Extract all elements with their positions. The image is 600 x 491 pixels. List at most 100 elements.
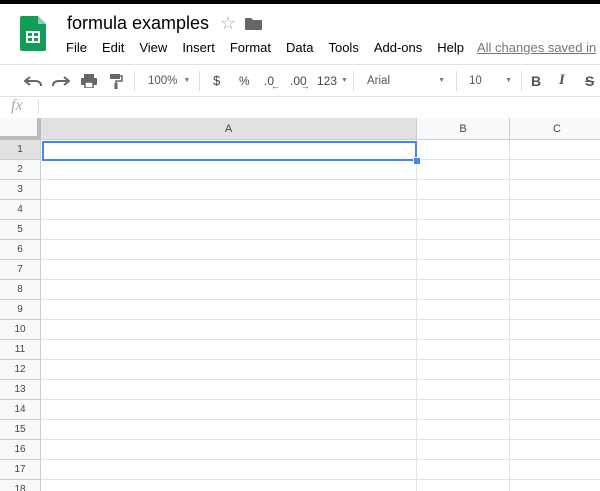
cell-c16[interactable] — [510, 440, 600, 460]
row-header-13[interactable]: 13 — [0, 380, 41, 400]
menu-view[interactable]: View — [139, 40, 167, 58]
cell-c15[interactable] — [510, 420, 600, 440]
cell-a17[interactable] — [41, 460, 417, 480]
column-header-b[interactable]: B — [417, 118, 510, 140]
row-header-17[interactable]: 17 — [0, 460, 41, 480]
cell-a13[interactable] — [41, 380, 417, 400]
document-title[interactable]: formula examples — [67, 13, 209, 34]
menu-data[interactable]: Data — [286, 40, 313, 58]
cell-a15[interactable] — [41, 420, 417, 440]
row-header-1[interactable]: 1 — [0, 140, 41, 160]
cell-a4[interactable] — [41, 200, 417, 220]
cell-a7[interactable] — [41, 260, 417, 280]
row-header-14[interactable]: 14 — [0, 400, 41, 420]
cell-a11[interactable] — [41, 340, 417, 360]
row-header-12[interactable]: 12 — [0, 360, 41, 380]
cell-c5[interactable] — [510, 220, 600, 240]
spreadsheet-grid[interactable]: A B C 1 2 3 4 5 6 7 8 9 10 11 12 13 14 15 16 17 18 — [0, 118, 600, 491]
row-header-6[interactable]: 6 — [0, 240, 41, 260]
undo-button[interactable] — [24, 65, 42, 96]
row-header-4[interactable]: 4 — [0, 200, 41, 220]
currency-format-button[interactable]: $ — [213, 65, 220, 96]
strikethrough-button[interactable]: S — [585, 65, 594, 96]
cell-a5[interactable] — [41, 220, 417, 240]
cell-a9[interactable] — [41, 300, 417, 320]
cell-c13[interactable] — [510, 380, 600, 400]
cell-a14[interactable] — [41, 400, 417, 420]
cell-c14[interactable] — [510, 400, 600, 420]
more-formats-select[interactable]: 123 ▼ — [317, 65, 348, 96]
cell-c10[interactable] — [510, 320, 600, 340]
print-button[interactable] — [81, 65, 97, 96]
cell-c7[interactable] — [510, 260, 600, 280]
decrease-decimal-button[interactable]: .0 ← — [264, 65, 283, 96]
cell-a18[interactable] — [41, 480, 417, 491]
row-header-18[interactable]: 18 — [0, 480, 41, 491]
cell-b16[interactable] — [417, 440, 510, 460]
cell-c3[interactable] — [510, 180, 600, 200]
cell-b15[interactable] — [417, 420, 510, 440]
cell-a3[interactable] — [41, 180, 417, 200]
cell-c18[interactable] — [510, 480, 600, 491]
folder-icon[interactable] — [245, 18, 262, 30]
row-header-3[interactable]: 3 — [0, 180, 41, 200]
menu-edit[interactable]: Edit — [102, 40, 124, 58]
cell-b14[interactable] — [417, 400, 510, 420]
menu-addons[interactable]: Add-ons — [374, 40, 422, 58]
percent-format-button[interactable]: % — [239, 65, 250, 96]
save-status-link[interactable]: All changes saved in — [477, 40, 596, 58]
row-header-10[interactable]: 10 — [0, 320, 41, 340]
menu-help[interactable]: Help — [437, 40, 464, 58]
cell-a2[interactable] — [41, 160, 417, 180]
paint-format-button[interactable] — [109, 65, 123, 96]
cell-b12[interactable] — [417, 360, 510, 380]
fill-handle[interactable] — [413, 157, 421, 165]
row-header-7[interactable]: 7 — [0, 260, 41, 280]
formula-input[interactable] — [44, 96, 594, 118]
cell-b3[interactable] — [417, 180, 510, 200]
italic-button[interactable]: I — [559, 65, 565, 96]
row-header-9[interactable]: 9 — [0, 300, 41, 320]
cell-b18[interactable] — [417, 480, 510, 491]
select-all-corner[interactable] — [0, 118, 41, 140]
cell-a6[interactable] — [41, 240, 417, 260]
menu-format[interactable]: Format — [230, 40, 271, 58]
cell-b13[interactable] — [417, 380, 510, 400]
cell-b6[interactable] — [417, 240, 510, 260]
cell-b17[interactable] — [417, 460, 510, 480]
cell-c2[interactable] — [510, 160, 600, 180]
row-header-5[interactable]: 5 — [0, 220, 41, 240]
cell-b10[interactable] — [417, 320, 510, 340]
menu-insert[interactable]: Insert — [182, 40, 215, 58]
cell-b4[interactable] — [417, 200, 510, 220]
star-icon[interactable]: ☆ — [220, 13, 236, 34]
cell-b9[interactable] — [417, 300, 510, 320]
cell-a8[interactable] — [41, 280, 417, 300]
font-select[interactable]: Arial ▼ — [367, 65, 445, 96]
bold-button[interactable]: B — [531, 65, 541, 96]
cell-b1[interactable] — [417, 140, 510, 160]
row-header-11[interactable]: 11 — [0, 340, 41, 360]
cell-b11[interactable] — [417, 340, 510, 360]
cell-b8[interactable] — [417, 280, 510, 300]
menu-file[interactable]: File — [66, 40, 87, 58]
cell-c6[interactable] — [510, 240, 600, 260]
sheets-logo-icon[interactable] — [20, 16, 46, 51]
menu-tools[interactable]: Tools — [328, 40, 358, 58]
row-header-8[interactable]: 8 — [0, 280, 41, 300]
cell-c9[interactable] — [510, 300, 600, 320]
cell-c11[interactable] — [510, 340, 600, 360]
zoom-select[interactable]: 100% ▼ — [148, 65, 190, 96]
increase-decimal-button[interactable]: .00 → — [290, 65, 316, 96]
cell-c17[interactable] — [510, 460, 600, 480]
column-header-c[interactable]: C — [510, 118, 600, 140]
cell-c4[interactable] — [510, 200, 600, 220]
row-header-15[interactable]: 15 — [0, 420, 41, 440]
cell-c8[interactable] — [510, 280, 600, 300]
cell-c12[interactable] — [510, 360, 600, 380]
row-header-2[interactable]: 2 — [0, 160, 41, 180]
redo-button[interactable] — [52, 65, 70, 96]
cell-a10[interactable] — [41, 320, 417, 340]
cell-a12[interactable] — [41, 360, 417, 380]
row-header-16[interactable]: 16 — [0, 440, 41, 460]
